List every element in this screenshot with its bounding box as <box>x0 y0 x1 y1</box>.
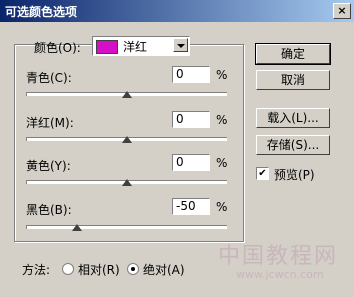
watermark-url: www.jcwcn.com <box>236 268 324 281</box>
colors-selected-value: 洋红 <box>123 40 148 54</box>
relative-radio[interactable] <box>62 263 74 275</box>
cyan-label: 青色(C): <box>26 71 72 85</box>
black-slider-track[interactable] <box>26 225 227 229</box>
colors-dropdown[interactable]: 洋红 <box>92 36 190 56</box>
black-slider-thumb[interactable] <box>72 224 82 231</box>
yellow-label: 黄色(Y): <box>26 159 71 173</box>
close-button[interactable]: × <box>333 3 351 19</box>
magenta-label: 洋红(M): <box>26 116 74 130</box>
yellow-unit: % <box>216 156 228 170</box>
black-input[interactable]: -50 <box>172 198 210 215</box>
watermark-text: 中国教程网 <box>218 244 339 269</box>
magenta-slider-thumb[interactable] <box>122 136 132 143</box>
chevron-down-icon[interactable] <box>173 38 188 52</box>
black-label: 黑色(B): <box>26 203 72 217</box>
cyan-unit: % <box>216 68 228 82</box>
magenta-unit: % <box>216 113 228 127</box>
load-button[interactable]: 载入(L)... <box>256 108 330 128</box>
color-swatch <box>96 40 118 54</box>
yellow-input[interactable]: 0 <box>172 154 210 171</box>
cyan-input[interactable]: 0 <box>172 66 210 83</box>
window-title: 可选颜色选项 <box>5 5 78 19</box>
cyan-slider-thumb[interactable] <box>122 91 132 98</box>
save-button[interactable]: 存储(S)... <box>256 135 330 155</box>
yellow-slider-thumb[interactable] <box>122 179 132 186</box>
cancel-button[interactable]: 取消 <box>256 70 330 90</box>
colors-label: 颜色(O): <box>34 41 81 55</box>
preview-checkbox[interactable]: ✔ <box>256 167 269 180</box>
title-bar: 可选颜色选项 × <box>0 0 354 22</box>
preview-label[interactable]: 预览(P) <box>274 166 315 183</box>
black-unit: % <box>216 200 228 214</box>
absolute-radio-label[interactable]: 绝对(A) <box>143 261 185 278</box>
radio-selected-dot <box>131 267 135 271</box>
magenta-input[interactable]: 0 <box>172 111 210 128</box>
relative-radio-label[interactable]: 相对(R) <box>78 261 120 278</box>
absolute-radio[interactable] <box>127 263 139 275</box>
method-label: 方法: <box>22 263 51 277</box>
ok-button[interactable]: 确定 <box>255 43 331 65</box>
